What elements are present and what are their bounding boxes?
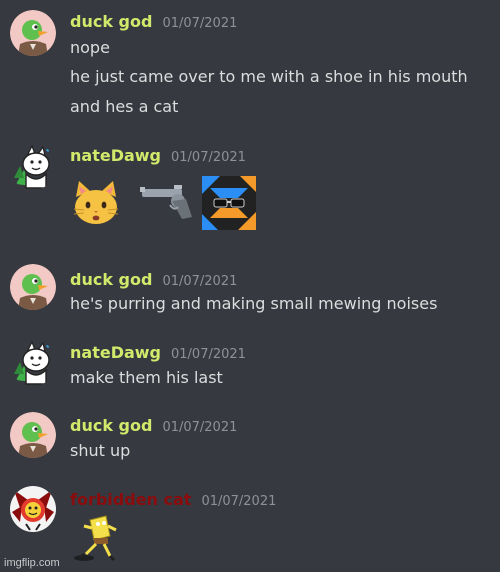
duck-avatar-icon[interactable] [10,264,56,310]
message-text: he just came over to me with a shoe in h… [70,67,468,86]
duck-avatar-icon[interactable] [10,10,56,56]
message-text: he's purring and making small mewing noi… [70,294,438,313]
emoji-row [70,174,258,232]
username[interactable]: nateDawg [70,146,161,165]
message-text: shut up [70,441,131,460]
timestamp: 01/07/2021 [162,420,238,435]
watermark: imgflip.com [4,557,60,569]
red-cat-avatar-icon[interactable] [10,486,56,532]
duck-avatar-icon[interactable] [10,412,56,458]
timestamp: 01/07/2021 [171,150,246,165]
sunglasses-custom-emoji[interactable] [200,174,258,232]
white-dog-avatar-icon[interactable] [10,144,56,190]
username[interactable]: duck god [70,416,152,435]
username[interactable]: duck god [70,12,152,31]
message-text: and hes a cat [70,97,179,116]
timestamp: 01/07/2021 [162,274,238,289]
username[interactable]: duck god [70,270,152,289]
emoji-row [70,514,126,562]
timestamp: 01/07/2021 [201,494,277,509]
timestamp: 01/07/2021 [162,16,238,31]
username[interactable]: nateDawg [70,343,161,362]
message-text: nope [70,38,110,57]
username[interactable]: forbidden cat [70,490,191,509]
dancing-sponge-gif[interactable] [70,514,126,562]
cat-face-emoji[interactable] [70,179,122,227]
timestamp: 01/07/2021 [171,347,246,362]
pistol-emoji[interactable] [136,181,200,225]
message-text: make them his last [70,368,223,387]
white-dog-avatar-icon[interactable] [10,340,56,386]
